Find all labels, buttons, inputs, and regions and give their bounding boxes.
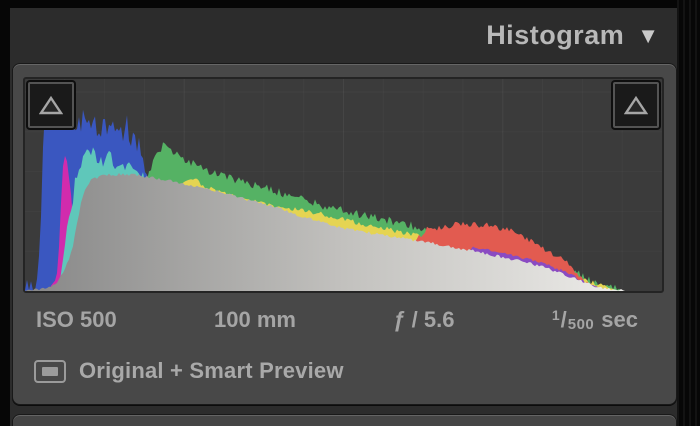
highlight-clipping-triangle-icon <box>624 95 648 114</box>
histogram-panel: Histogram ▼ ISO 500 100 mm ƒ / 5.6 1/500… <box>10 8 677 426</box>
shadow-clipping-triangle-icon <box>39 95 63 114</box>
histogram-svg <box>25 79 662 291</box>
shutter-speed-value: 1/500 sec <box>552 307 638 333</box>
aperture-value: ƒ / 5.6 <box>393 307 455 332</box>
panel-scroll-strip[interactable] <box>677 0 700 426</box>
exif-info-row: ISO 500 100 mm ƒ / 5.6 1/500 sec <box>23 298 666 342</box>
histogram-panel-header[interactable]: Histogram ▼ <box>10 8 677 62</box>
lightroom-histogram-panel: Histogram ▼ ISO 500 100 mm ƒ / 5.6 1/500… <box>0 0 700 426</box>
shutter-slash: / <box>560 307 567 332</box>
shutter-unit: sec <box>601 307 638 332</box>
histogram-box: ISO 500 100 mm ƒ / 5.6 1/500 sec Original… <box>12 63 677 405</box>
iso-value: ISO 500 <box>36 307 117 332</box>
focal-length-value: 100 mm <box>214 307 296 332</box>
preview-status-label: Original + Smart Preview <box>79 358 344 383</box>
histogram-chart[interactable] <box>23 77 664 293</box>
shutter-numerator: 1 <box>551 307 560 323</box>
panel-title: Histogram <box>486 19 625 50</box>
highlight-clipping-button[interactable] <box>613 82 659 128</box>
collapse-triangle-icon[interactable]: ▼ <box>637 25 659 47</box>
smart-preview-status[interactable]: Original + Smart Preview <box>34 351 344 391</box>
next-panel-top-edge <box>12 414 677 426</box>
preview-screen-icon <box>34 359 66 383</box>
shutter-denominator: 500 <box>567 316 595 333</box>
shadow-clipping-button[interactable] <box>28 82 74 128</box>
